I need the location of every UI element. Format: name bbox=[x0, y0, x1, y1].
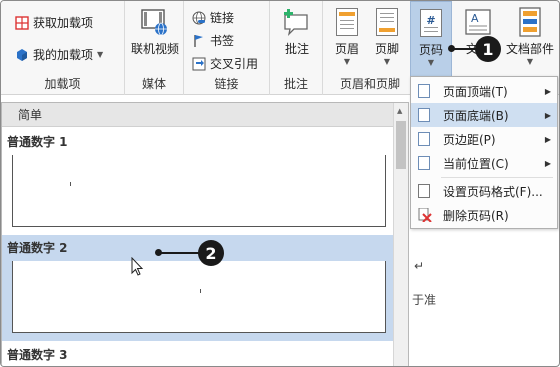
gallery-item-title: 普通数字 3 bbox=[7, 348, 68, 362]
gallery-scrollbar[interactable]: ▲ bbox=[393, 103, 408, 366]
chevron-right-icon: ▶ bbox=[544, 110, 551, 120]
chevron-down-icon: ▼ bbox=[383, 57, 391, 66]
chevron-right-icon: ▶ bbox=[544, 86, 551, 96]
menu-item-format-page-numbers[interactable]: 设置页码格式(F)... bbox=[411, 179, 557, 203]
my-addins-button[interactable]: 我的加载项 ▼ bbox=[15, 46, 103, 63]
link-button[interactable]: 链接 bbox=[192, 9, 234, 26]
remove-page-numbers-icon bbox=[418, 207, 432, 223]
format-page-numbers-icon bbox=[418, 184, 430, 198]
footer-button[interactable]: 页脚 ▼ bbox=[367, 7, 407, 67]
menu-item-label: 删除页码(R) bbox=[443, 208, 509, 223]
bookmark-button[interactable]: 书签 bbox=[192, 32, 234, 49]
chevron-right-icon: ▶ bbox=[544, 158, 551, 168]
chevron-down-icon: ▼ bbox=[526, 57, 534, 66]
header-label: 页眉 bbox=[334, 42, 359, 56]
group-addins: 获取加载项 我的加载项 ▼ 加载项 bbox=[1, 1, 125, 95]
page-number-button[interactable]: # 页码 ▼ bbox=[410, 1, 452, 77]
scrollbar-thumb[interactable] bbox=[396, 121, 406, 169]
group-media: 联机视频 媒体 bbox=[125, 1, 184, 95]
bookmark-icon bbox=[192, 34, 206, 48]
svg-text:A: A bbox=[471, 12, 479, 25]
doc-text-fragment: 于准 bbox=[412, 293, 437, 307]
puzzle-icon bbox=[15, 48, 29, 62]
menu-item-remove-page-numbers[interactable]: 删除页码(R) bbox=[411, 203, 557, 227]
bookmark-label: 书签 bbox=[210, 34, 235, 48]
scroll-up-icon[interactable]: ▲ bbox=[397, 107, 402, 115]
menu-item-label: 当前位置(C) bbox=[443, 156, 509, 171]
gallery-item-title: 普通数字 1 bbox=[7, 135, 68, 149]
doc-return-mark: ↵ bbox=[414, 259, 425, 273]
menu-item-label: 页边距(P) bbox=[443, 132, 496, 147]
group-comments: 批注 批注 bbox=[270, 1, 323, 95]
gallery-item-plain-number-2[interactable] bbox=[12, 261, 386, 333]
group-label-addins: 加载项 bbox=[44, 77, 81, 91]
my-addins-label: 我的加载项 bbox=[33, 48, 94, 62]
callout-marker-1: 1 bbox=[475, 36, 501, 62]
chevron-down-icon[interactable]: ▼ bbox=[97, 50, 103, 60]
page-number-mark bbox=[200, 289, 201, 293]
online-video-icon bbox=[140, 7, 170, 37]
menu-item-top-of-page[interactable]: 页面顶端(T) ▶ bbox=[411, 79, 557, 103]
menu-item-label: 设置页码格式(F)... bbox=[443, 184, 543, 199]
callout-marker-2: 2 bbox=[198, 240, 224, 266]
online-video-label: 联机视频 bbox=[130, 42, 179, 56]
group-label-media: 媒体 bbox=[141, 77, 166, 91]
gallery-item-title: 普通数字 2 bbox=[7, 241, 68, 255]
menu-item-page-margins[interactable]: 页边距(P) ▶ bbox=[411, 127, 557, 151]
word-window: 获取加载项 我的加载项 ▼ 加载项 联机视频 媒体 链接 书签 交叉引用 链接 … bbox=[0, 0, 560, 367]
link-icon bbox=[192, 11, 206, 25]
new-comment-button[interactable]: 批注 bbox=[276, 7, 318, 57]
current-position-icon bbox=[418, 156, 430, 170]
mouse-cursor-icon bbox=[131, 256, 145, 280]
gallery-item-plain-number-1[interactable] bbox=[12, 155, 386, 227]
get-addins-button[interactable]: 获取加载项 bbox=[15, 14, 93, 31]
callout-leader-line bbox=[159, 252, 201, 254]
page-number-gallery: 简单 普通数字 1 普通数字 2 普通数字 3 ▲ bbox=[1, 102, 409, 366]
page-number-menu: 页面顶端(T) ▶ 页面底端(B) ▶ 页边距(P) ▶ 当前位置(C) ▶ 设… bbox=[410, 76, 558, 229]
chevron-down-icon: ▼ bbox=[343, 57, 351, 66]
chevron-right-icon: ▶ bbox=[544, 134, 551, 144]
cross-reference-icon bbox=[192, 57, 206, 71]
gallery-category-header: 简单 bbox=[2, 103, 394, 127]
menu-item-bottom-of-page[interactable]: 页面底端(B) ▶ bbox=[411, 103, 557, 127]
header-icon bbox=[332, 7, 362, 37]
page-number-mark bbox=[70, 182, 71, 186]
online-video-button[interactable]: 联机视频 bbox=[129, 7, 181, 57]
cross-reference-label: 交叉引用 bbox=[210, 57, 259, 71]
group-label-header-footer: 页眉和页脚 bbox=[339, 77, 400, 91]
text-box-icon: A bbox=[463, 7, 493, 37]
footer-icon bbox=[372, 7, 402, 37]
footer-label: 页脚 bbox=[374, 42, 399, 56]
get-addins-label: 获取加载项 bbox=[33, 16, 94, 30]
quick-parts-icon bbox=[515, 7, 545, 37]
page-bottom-icon bbox=[418, 108, 430, 122]
quick-parts-button[interactable]: 文档部件 ▼ bbox=[502, 7, 558, 67]
store-icon bbox=[15, 15, 29, 30]
header-button[interactable]: 页眉 ▼ bbox=[327, 7, 367, 67]
comment-icon bbox=[282, 7, 312, 37]
group-label-links: 链接 bbox=[214, 77, 239, 91]
comment-label: 批注 bbox=[284, 42, 309, 56]
group-links: 链接 书签 交叉引用 链接 bbox=[184, 1, 270, 95]
page-number-button-content: # 页码 ▼ bbox=[411, 8, 451, 68]
page-margin-icon bbox=[418, 132, 430, 146]
menu-item-current-position[interactable]: 当前位置(C) ▶ bbox=[411, 151, 557, 175]
menu-item-label: 页面顶端(T) bbox=[443, 84, 508, 99]
page-number-icon: # bbox=[416, 8, 446, 38]
group-label-comments: 批注 bbox=[283, 77, 308, 91]
page-number-label: 页码 bbox=[418, 43, 443, 57]
page-top-icon bbox=[418, 84, 430, 98]
link-label: 链接 bbox=[210, 11, 235, 25]
quick-parts-label: 文档部件 bbox=[505, 42, 554, 56]
menu-item-label: 页面底端(B) bbox=[443, 108, 509, 123]
cross-reference-button[interactable]: 交叉引用 bbox=[192, 55, 258, 72]
menu-separator bbox=[441, 177, 553, 178]
chevron-down-icon: ▼ bbox=[427, 58, 435, 67]
